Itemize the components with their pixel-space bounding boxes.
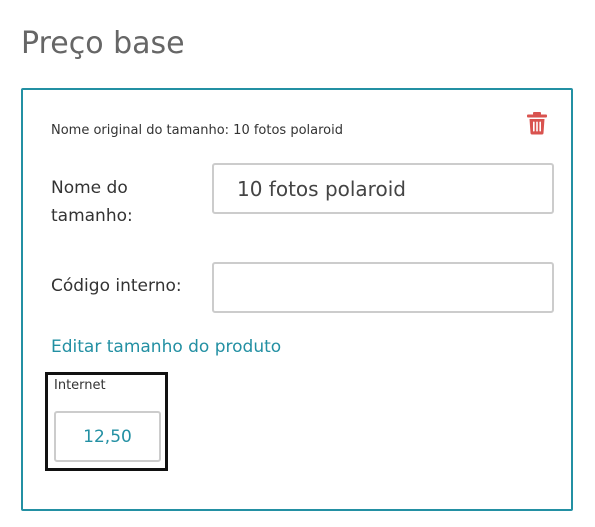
internal-code-label: Código interno: — [51, 276, 182, 296]
size-name-input[interactable] — [212, 163, 554, 214]
internal-code-input[interactable] — [212, 262, 554, 313]
size-name-label: Nome do tamanho: — [51, 178, 133, 226]
price-channel-label: Internet — [54, 378, 106, 393]
trash-icon-graphic — [527, 112, 547, 135]
page-title: Preço base — [21, 26, 185, 61]
size-card: Nome original do tamanho: 10 fotos polar… — [21, 88, 573, 511]
price-input[interactable] — [54, 411, 161, 462]
price-channel-box: Internet — [45, 372, 168, 471]
trash-icon[interactable] — [526, 111, 548, 135]
original-size-name: Nome original do tamanho: 10 fotos polar… — [51, 123, 343, 138]
edit-size-link[interactable]: Editar tamanho do produto — [51, 337, 281, 357]
